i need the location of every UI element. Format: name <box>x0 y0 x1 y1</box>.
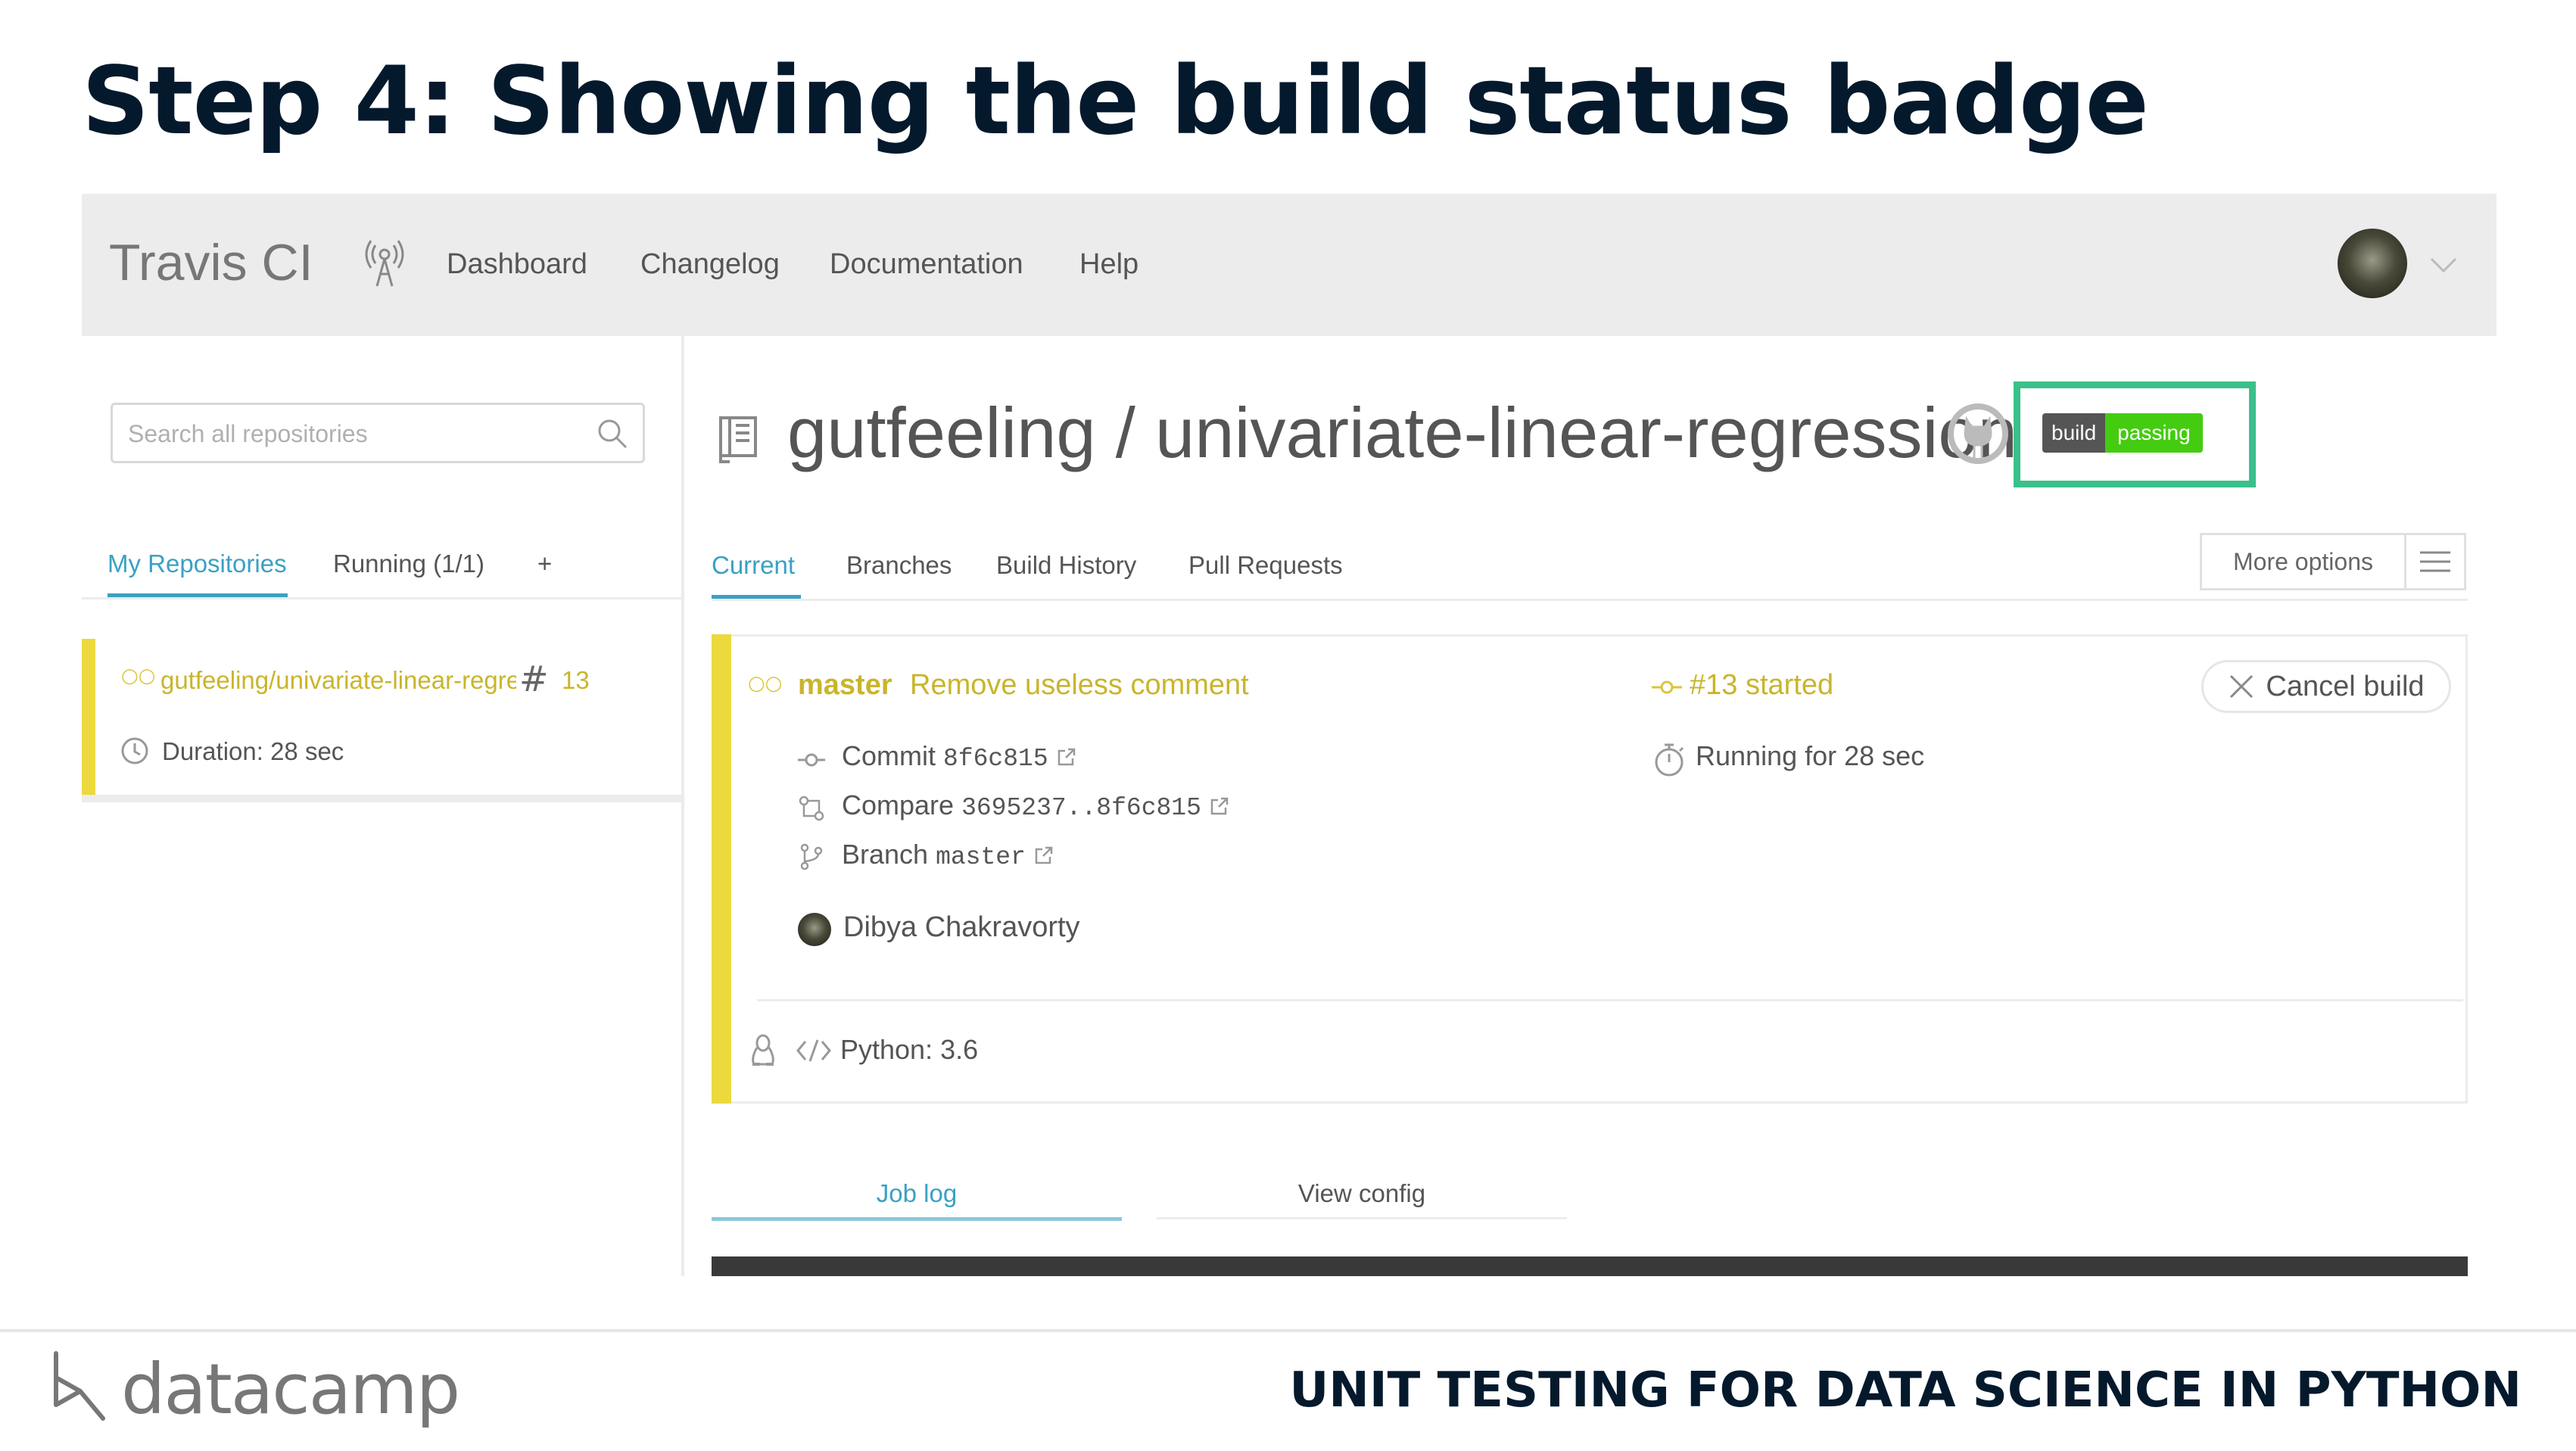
search-icon[interactable] <box>596 417 629 450</box>
author-name: Dibya Chakravorty <box>843 911 1080 943</box>
tab-job-log[interactable]: Job log <box>712 1170 1122 1221</box>
sidebar-tabs-divider <box>82 597 681 599</box>
tab-branches[interactable]: Branches <box>846 551 952 580</box>
build-status-badge[interactable]: build passing <box>2042 413 2203 453</box>
cancel-build-button[interactable]: Cancel build <box>2201 660 2451 713</box>
branch-row[interactable]: Branch master <box>842 839 1054 871</box>
datacamp-logo-icon <box>54 1351 105 1421</box>
linux-icon <box>752 1034 774 1066</box>
build-running-dots-icon: ○○ <box>121 665 156 687</box>
repo-title: gutfeeling / univariate-linear-regressio… <box>787 393 2017 472</box>
travis-topbar <box>82 194 2497 336</box>
compare-label: Compare <box>842 789 955 820</box>
repo-name-link[interactable]: gutfeeling/univariate-linear-regression <box>160 666 516 695</box>
repository-icon <box>719 416 757 463</box>
compare-icon <box>799 796 824 821</box>
travis-logo[interactable]: Travis CI <box>109 233 313 292</box>
datacamp-wordmark: datacamp <box>121 1349 460 1430</box>
commit-hash[interactable]: 8f6c815 <box>943 745 1048 773</box>
build-status-link[interactable]: #13 started <box>1690 669 1833 702</box>
branch-label: Branch <box>842 839 929 870</box>
tab-my-repositories[interactable]: My Repositories <box>107 550 287 578</box>
author-avatar <box>798 913 831 946</box>
github-icon[interactable] <box>1947 403 2009 465</box>
repo-card-shadow <box>82 795 681 802</box>
commit-row[interactable]: Commit 8f6c815 <box>842 740 1077 773</box>
sidebar-divider <box>681 336 684 1276</box>
more-options-button[interactable]: More options <box>2200 533 2466 590</box>
tab-view-config[interactable]: View config <box>1157 1170 1567 1219</box>
main-tabs-divider <box>712 599 2468 601</box>
running-duration: Running for 28 sec <box>1696 740 1925 771</box>
nav-help[interactable]: Help <box>1079 248 1138 281</box>
build-card-divider <box>757 999 2463 1001</box>
repo-build-number[interactable]: 13 <box>562 666 590 695</box>
language-label: Python: 3.6 <box>840 1034 979 1065</box>
badge-label: build <box>2042 413 2106 453</box>
clock-icon <box>121 737 148 764</box>
tab-pull-requests[interactable]: Pull Requests <box>1188 551 1343 580</box>
badge-status: passing <box>2105 413 2203 453</box>
job-log-panel <box>712 1256 2468 1276</box>
commit-node-icon <box>1652 680 1682 694</box>
external-link-icon[interactable] <box>1056 746 1077 768</box>
compare-row[interactable]: Compare 3695237..8f6c815 <box>842 789 1230 822</box>
search-input[interactable]: Search all repositories <box>111 403 645 463</box>
build-status-bar <box>712 634 731 1104</box>
commit-label: Commit <box>842 740 936 771</box>
hash-icon: # <box>519 659 549 699</box>
nav-documentation[interactable]: Documentation <box>830 248 1023 281</box>
build-commit-message[interactable]: Remove useless comment <box>910 669 1249 702</box>
branch-value[interactable]: master <box>936 843 1026 871</box>
code-icon <box>796 1039 831 1062</box>
tab-running[interactable]: Running (1/1) <box>333 550 484 578</box>
tab-build-history[interactable]: Build History <box>996 551 1136 580</box>
close-icon <box>2230 674 2254 699</box>
repo-status-bar <box>82 639 95 795</box>
nav-dashboard[interactable]: Dashboard <box>447 248 587 281</box>
more-options-label[interactable]: More options <box>2202 535 2406 588</box>
user-avatar[interactable] <box>2338 229 2407 298</box>
external-link-icon[interactable] <box>1209 796 1230 817</box>
cancel-build-label: Cancel build <box>2266 670 2425 702</box>
add-repository-button[interactable]: + <box>537 550 552 578</box>
repo-duration: Duration: 28 sec <box>162 737 344 765</box>
search-placeholder: Search all repositories <box>128 420 368 447</box>
build-branch-link[interactable]: master <box>798 669 892 702</box>
compare-range[interactable]: 3695237..8f6c815 <box>961 794 1201 822</box>
chevron-down-icon[interactable] <box>2428 250 2459 280</box>
nav-changelog[interactable]: Changelog <box>640 248 780 281</box>
stopwatch-icon <box>1655 743 1684 777</box>
course-title: UNIT TESTING FOR DATA SCIENCE IN PYTHON <box>1289 1362 2521 1418</box>
travis-screenshot: Travis CI Dashboard Changelog Documentat… <box>82 194 2497 1276</box>
tab-current[interactable]: Current <box>712 551 795 580</box>
external-link-icon[interactable] <box>1033 845 1054 866</box>
repo-card[interactable] <box>82 639 681 795</box>
slide-title: Step 4: Showing the build status badge <box>82 47 2149 156</box>
hamburger-icon[interactable] <box>2406 535 2464 588</box>
build-running-dots-icon: ○○ <box>748 672 783 695</box>
footer-divider <box>0 1329 2576 1332</box>
commit-icon <box>798 753 825 767</box>
branch-icon <box>800 843 823 870</box>
antenna-icon <box>365 240 404 287</box>
